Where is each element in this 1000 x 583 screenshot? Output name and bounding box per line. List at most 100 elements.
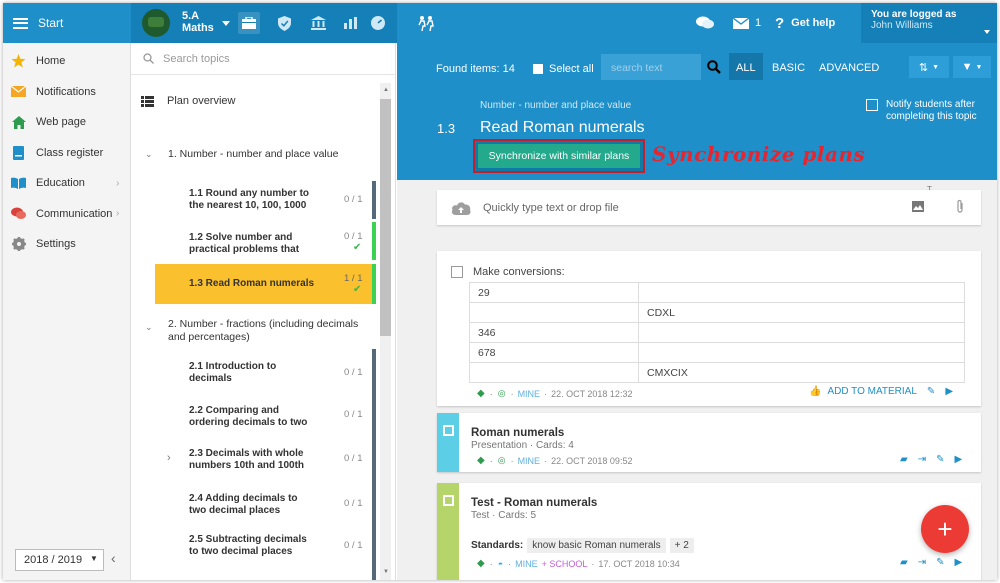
topic-progress: 0 / 1 (344, 453, 363, 464)
scroll-up-icon[interactable]: ▲ (383, 87, 389, 93)
paperclip-icon[interactable] (956, 199, 964, 214)
dashboard-icon[interactable] (367, 12, 389, 34)
pencil-icon[interactable]: ✎ (936, 454, 944, 465)
collapse-sidebar-icon[interactable]: ‹ (111, 550, 116, 566)
sidebar-item-label: Communication (36, 207, 113, 220)
notify-students-toggle[interactable]: Notify students after completing this to… (866, 99, 977, 123)
topic-item-2-2[interactable]: 2.2 Comparing and ordering decimals to t… (131, 399, 376, 439)
tag-icon[interactable]: ◆ (477, 558, 485, 569)
sidebar-item-home[interactable]: Home (3, 46, 130, 77)
pencil-icon[interactable]: ✎ (927, 386, 935, 397)
login-icon[interactable]: ⇥ (918, 557, 926, 568)
topic-item-2-4[interactable]: 2.4 Adding decimals to two decimal place… (131, 487, 376, 527)
start-menu-button[interactable]: Start (3, 3, 131, 43)
topic-progress: 0 / 1 (344, 367, 363, 378)
material-card-test[interactable]: Test - Roman numerals Test · Cards: 5 St… (437, 483, 981, 580)
material-title[interactable]: Test - Roman numerals (471, 497, 597, 509)
sidebar-item-education[interactable]: Education › (3, 168, 130, 199)
people-icon[interactable] (415, 12, 437, 34)
card-date: 22. OCT 2018 09:52 (551, 455, 633, 466)
select-all-checkbox[interactable] (533, 64, 543, 74)
quick-upload-bar[interactable]: Quickly type text or drop file (437, 190, 981, 225)
card-select-checkbox[interactable] (443, 425, 454, 436)
mail-icon (11, 84, 26, 99)
table-cell[interactable] (638, 342, 965, 363)
tab-basic[interactable]: BASIC (772, 62, 805, 74)
logged-label: You are logged as (871, 9, 957, 20)
material-title[interactable]: Roman numerals (471, 427, 564, 439)
material-card-roman[interactable]: Roman numerals Presentation · Cards: 4 ◆… (437, 413, 981, 472)
chevron-right-icon[interactable]: › (167, 452, 171, 464)
chevron-down-icon[interactable] (222, 21, 230, 26)
sidebar-item-web-page[interactable]: Web page (3, 107, 130, 138)
table-cell[interactable]: 678 (469, 342, 639, 363)
filter-button[interactable]: ▼ ▼ (953, 56, 991, 78)
topic-item-2-5[interactable]: 2.5 Subtracting decimals to two decimal … (131, 529, 376, 569)
add-content-button[interactable]: + (921, 505, 969, 553)
tag-icon[interactable]: ◆ (477, 455, 485, 466)
sort-button[interactable]: ⇅ ▼ (909, 56, 949, 78)
star-icon (11, 54, 26, 69)
search-icon[interactable] (707, 60, 721, 74)
login-icon[interactable]: ⇥ (918, 454, 926, 465)
notify-checkbox[interactable] (866, 99, 878, 111)
help-button[interactable]: ? Get help (775, 3, 835, 43)
class-avatar[interactable] (142, 9, 170, 37)
shield-icon[interactable] (273, 12, 295, 34)
more-standards-pill[interactable]: + 2 (669, 538, 694, 553)
table-cell[interactable]: 346 (469, 322, 639, 343)
sidebar-item-communication[interactable]: Communication › (3, 199, 130, 230)
scroll-down-icon[interactable]: ▼ (383, 569, 389, 575)
topic-item-2-3[interactable]: › 2.3 Decimals with whole numbers 10th a… (131, 443, 376, 483)
pencil-icon[interactable]: ✎ (936, 557, 944, 568)
table-cell[interactable] (638, 282, 965, 303)
standards-label: Standards: (471, 540, 524, 551)
play-icon[interactable]: ▶ (954, 454, 962, 465)
synchronize-button[interactable]: Synchronize with similar plans (478, 144, 640, 168)
briefcase-icon[interactable] (238, 12, 260, 34)
tab-all[interactable]: ALL (729, 53, 763, 80)
table-cell[interactable]: 29 (469, 282, 639, 303)
tag-icon[interactable]: ◆ (477, 388, 485, 399)
topic-title: Read Roman numerals (480, 119, 645, 136)
add-to-material-button[interactable]: ADD TO MATERIAL (827, 386, 916, 397)
plan-overview-link[interactable]: Plan overview (141, 95, 235, 107)
chat-button[interactable] (696, 3, 714, 43)
sidebar-item-class-register[interactable]: Class register (3, 138, 130, 169)
topic-item-1-3[interactable]: 1.3 Read Roman numerals 1 / 1 ✔ (155, 264, 375, 304)
school-year-select[interactable]: 2018 / 2019 ▼ (15, 549, 104, 571)
topic-item-1-1[interactable]: 1.1 Round any number to the nearest 10, … (131, 181, 376, 219)
card-select-checkbox[interactable] (443, 495, 454, 506)
standard-pill[interactable]: know basic Roman numerals (527, 538, 666, 553)
topic-item-2-1[interactable]: 2.1 Introduction to decimals 0 / 1 (131, 355, 376, 395)
topic-item-1-2[interactable]: 1.2 Solve number and practical problems … (131, 222, 376, 260)
select-all-toggle[interactable]: Select all (533, 63, 594, 75)
play-icon[interactable]: ▶ (954, 557, 962, 568)
standards-row: Standards: know basic Roman numerals + 2 (471, 538, 694, 553)
play-icon[interactable]: ▶ (945, 386, 953, 397)
tab-advanced[interactable]: ADVANCED (819, 62, 879, 74)
sidebar-item-settings[interactable]: Settings (3, 229, 130, 260)
user-menu[interactable]: You are logged as John Williams (861, 3, 997, 43)
table-cell[interactable]: CDXL (638, 302, 965, 323)
mail-button[interactable]: 1 (733, 3, 761, 43)
scroll-thumb[interactable] (380, 99, 391, 336)
image-icon[interactable] (912, 201, 924, 212)
table-cell[interactable] (469, 362, 639, 383)
bar-chart-icon[interactable] (339, 12, 361, 34)
institution-icon[interactable] (307, 12, 329, 34)
sidebar-item-notifications[interactable]: Notifications (3, 77, 130, 108)
folder-icon[interactable]: ▰ (900, 454, 908, 465)
folder-icon[interactable]: ▰ (900, 557, 908, 568)
topic-status-bar (372, 264, 376, 304)
table-cell[interactable]: CMXCIX (638, 362, 965, 383)
card-select-checkbox[interactable] (451, 266, 463, 278)
topic-search[interactable]: Search topics (131, 43, 395, 75)
topic-progress: 0 / 1 (344, 498, 363, 509)
topics-scrollbar[interactable]: ▲ ▼ (380, 83, 391, 580)
topic-status-bar (372, 222, 376, 260)
table-cell[interactable] (638, 322, 965, 343)
class-label[interactable]: 5.A Maths (182, 10, 214, 34)
table-cell[interactable] (469, 302, 639, 323)
content-search-input[interactable]: search text (601, 54, 701, 80)
